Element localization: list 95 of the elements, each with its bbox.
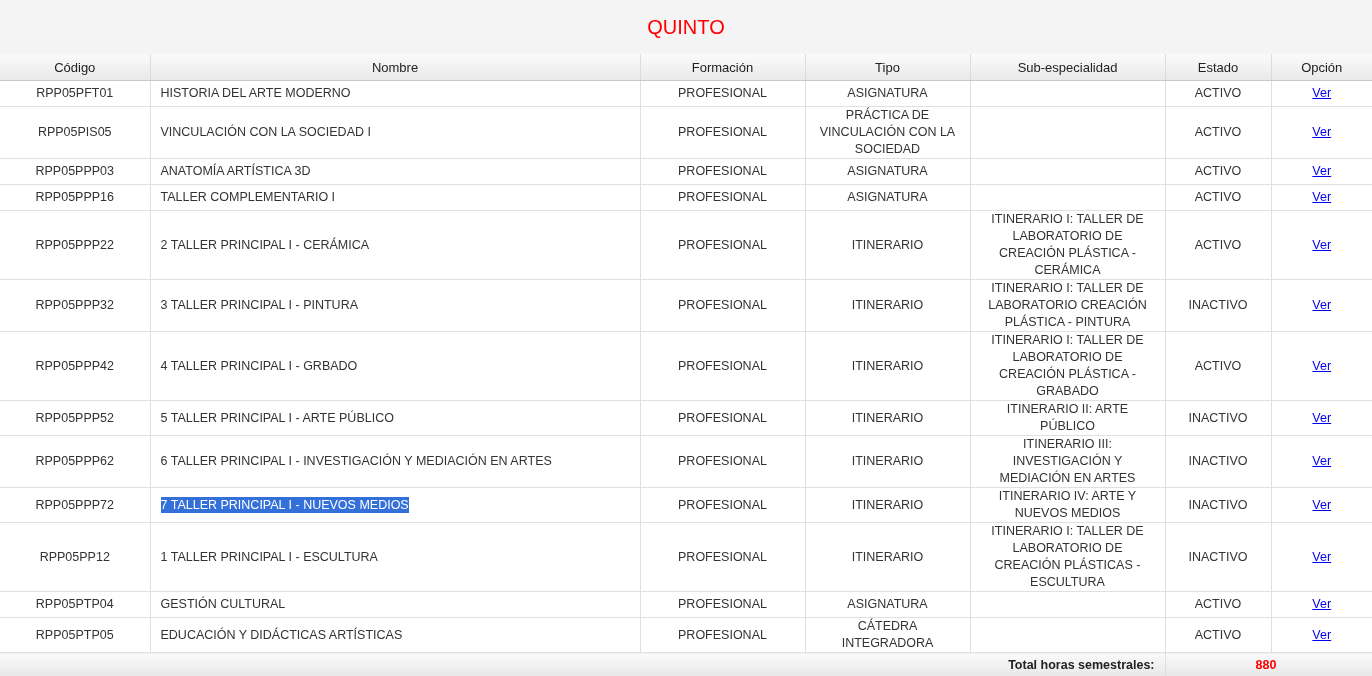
table-cell: ITINERARIO: [805, 522, 970, 592]
course-name: 3 TALLER PRINCIPAL I - PINTURA: [160, 297, 358, 313]
total-label: Total horas semestrales:: [1008, 658, 1155, 672]
table-cell: PROFESIONAL: [640, 400, 805, 436]
table-cell: INACTIVO: [1165, 522, 1271, 592]
table-cell: ASIGNATURA: [805, 591, 970, 618]
table-cell: INACTIVO: [1165, 400, 1271, 436]
table-cell: PROFESIONAL: [640, 184, 805, 211]
view-link[interactable]: Ver: [1312, 497, 1332, 512]
column-header: Estado: [1165, 54, 1271, 81]
column-header: Opción: [1271, 54, 1372, 81]
table-cell: RPP05PIS05: [0, 106, 150, 159]
table-cell: ITINERARIO: [805, 400, 970, 436]
view-link[interactable]: Ver: [1312, 237, 1332, 252]
view-link[interactable]: Ver: [1312, 410, 1332, 425]
table-cell: PROFESIONAL: [640, 106, 805, 159]
table-cell: INACTIVO: [1165, 487, 1271, 523]
course-name: GESTIÓN CULTURAL: [160, 596, 286, 612]
table-cell: RPP05PPP62: [0, 435, 150, 488]
view-link[interactable]: Ver: [1312, 86, 1332, 100]
view-link[interactable]: Ver: [1312, 190, 1332, 204]
table-cell: PROFESIONAL: [640, 331, 805, 401]
table-cell: ITINERARIO: [805, 331, 970, 401]
view-link[interactable]: Ver: [1312, 125, 1332, 139]
view-link[interactable]: Ver: [1312, 298, 1332, 312]
table-cell: ITINERARIO: [805, 210, 970, 280]
table-cell: RPP05PFT01: [0, 80, 150, 107]
table-cell: PROFESIONAL: [640, 279, 805, 332]
table-cell: RPP05PTP04: [0, 591, 150, 618]
table-cell: RPP05PPP72: [0, 487, 150, 523]
table-cell: ITINERARIO IV: ARTE Y NUEVOS MEDIOS: [970, 487, 1165, 523]
table-cell: ACTIVO: [1165, 80, 1271, 107]
course-name: 6 TALLER PRINCIPAL I - INVESTIGACIÓN Y MEDIACIÓN EN ARTES: [160, 453, 552, 469]
course-name: ANATOMÍA ARTÍSTICA 3D: [160, 163, 311, 179]
table-cell: ITINERARIO III: INVESTIGACIÓN Y MEDIACIÓN EN ARTES: [970, 435, 1165, 488]
table-cell: PROFESIONAL: [640, 522, 805, 592]
table-cell: RPP05PTP05: [0, 617, 150, 653]
column-header: Nombre: [150, 54, 640, 81]
table-cell: INACTIVO: [1165, 279, 1271, 332]
view-link[interactable]: Ver: [1312, 597, 1332, 611]
table-cell: ITINERARIO I: TALLER DE LABORATORIO CREACIÓN PLÁSTICA - PINTURA: [970, 279, 1165, 332]
table-cell: PROFESIONAL: [640, 591, 805, 618]
table-cell: RPP05PPP32: [0, 279, 150, 332]
table-cell: RPP05PPP16: [0, 184, 150, 211]
table-cell: PROFESIONAL: [640, 617, 805, 653]
table-cell: ACTIVO: [1165, 106, 1271, 159]
table-cell: ASIGNATURA: [805, 184, 970, 211]
table-cell: ACTIVO: [1165, 331, 1271, 401]
table-cell: ASIGNATURA: [805, 80, 970, 107]
table-cell: PRÁCTICA DE VINCULACIÓN CON LA SOCIEDAD: [805, 106, 970, 159]
table-cell: ITINERARIO I: TALLER DE LABORATORIO DE CREACIÓN PLÁSTICAS - ESCULTURA: [970, 522, 1165, 592]
course-name: TALLER COMPLEMENTARIO I: [160, 189, 336, 205]
view-link[interactable]: Ver: [1312, 627, 1332, 642]
table-cell: RPP05PPP42: [0, 331, 150, 401]
table-cell: ITINERARIO I: TALLER DE LABORATORIO DE CREACIÓN PLÁSTICA - CERÁMICA: [970, 210, 1165, 280]
table-cell: ACTIVO: [1165, 210, 1271, 280]
course-name: HISTORIA DEL ARTE MODERNO: [160, 85, 351, 101]
view-link[interactable]: Ver: [1312, 358, 1332, 373]
table-cell: PROFESIONAL: [640, 435, 805, 488]
table-cell: ITINERARIO: [805, 487, 970, 523]
course-name: VINCULACIÓN CON LA SOCIEDAD I: [160, 124, 371, 140]
table-cell: ITINERARIO I: TALLER DE LABORATORIO DE CREACIÓN PLÁSTICA - GRABADO: [970, 331, 1165, 401]
table-cell: ITINERARIO: [805, 279, 970, 332]
table-cell: PROFESIONAL: [640, 158, 805, 185]
course-name: 4 TALLER PRINCIPAL I - GRBADO: [160, 357, 358, 374]
table-cell: ACTIVO: [1165, 184, 1271, 211]
table-cell: ACTIVO: [1165, 617, 1271, 653]
table-cell: RPP05PPP22: [0, 210, 150, 280]
course-name: 5 TALLER PRINCIPAL I - ARTE PÚBLICO: [160, 409, 394, 426]
column-header: Formación: [640, 54, 805, 81]
table-cell: PROFESIONAL: [640, 80, 805, 107]
column-header: Tipo: [805, 54, 970, 81]
table-cell: CÁTEDRA INTEGRADORA: [805, 617, 970, 653]
table-cell: PROFESIONAL: [640, 487, 805, 523]
table-cell: RPP05PPP52: [0, 400, 150, 436]
view-link[interactable]: Ver: [1312, 454, 1332, 468]
table-cell: ACTIVO: [1165, 591, 1271, 618]
table-cell: RPP05PP12: [0, 522, 150, 592]
table-cell: PROFESIONAL: [640, 210, 805, 280]
total-value: 880: [1255, 658, 1277, 672]
course-name: 2 TALLER PRINCIPAL I - CERÁMICA: [160, 236, 370, 253]
table-cell: ACTIVO: [1165, 158, 1271, 185]
column-header: Sub-especialidad: [970, 54, 1165, 81]
course-name: 7 TALLER PRINCIPAL I - NUEVOS MEDIOS: [160, 496, 409, 513]
column-header: Código: [0, 54, 150, 81]
view-link[interactable]: Ver: [1312, 549, 1332, 564]
view-link[interactable]: Ver: [1312, 164, 1332, 178]
table-cell: ITINERARIO II: ARTE PÚBLICO: [970, 400, 1165, 436]
table-cell: ASIGNATURA: [805, 158, 970, 185]
course-name: EDUCACIÓN Y DIDÁCTICAS ARTÍSTICAS: [160, 626, 403, 643]
table-cell: ITINERARIO: [805, 435, 970, 488]
page-title: QUINTO: [647, 15, 725, 39]
course-name: 1 TALLER PRINCIPAL I - ESCULTURA: [160, 548, 378, 565]
table-cell: RPP05PPP03: [0, 158, 150, 185]
table-cell: INACTIVO: [1165, 435, 1271, 488]
